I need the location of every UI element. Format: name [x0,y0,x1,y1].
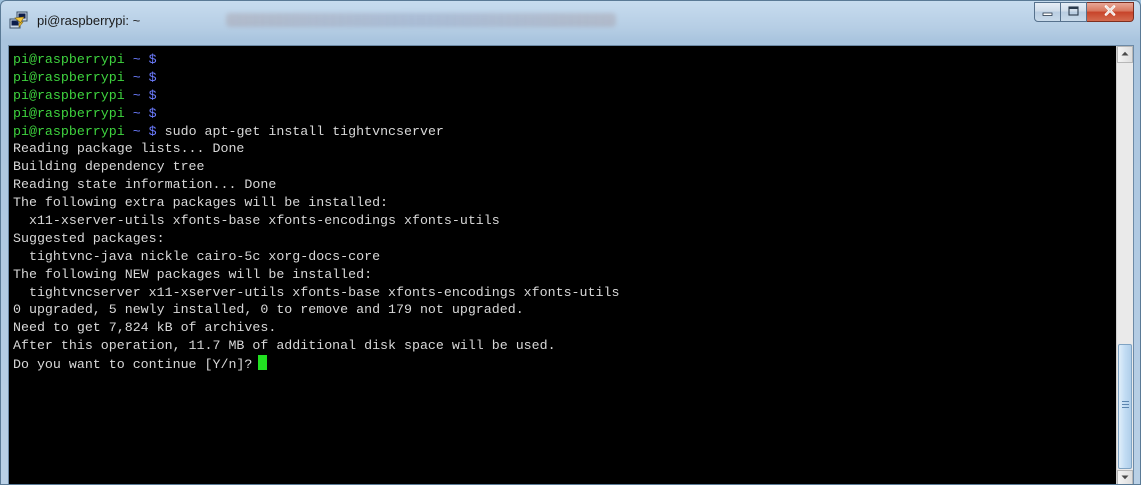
blurred-title-text [226,13,616,27]
terminal-cursor [258,355,268,371]
window-title: pi@raspberrypi: ~ [37,13,141,28]
output-line: 0 upgraded, 5 newly installed, 0 to remo… [13,302,524,318]
final-prompt-line: Do you want to continue [Y/n]? [13,355,1117,373]
maximize-button[interactable] [1061,2,1087,22]
scroll-down-button[interactable] [1117,470,1133,484]
scrollbar-thumb[interactable] [1118,344,1132,469]
output-line: x11-xserver-utils xfonts-base xfonts-enc… [13,213,500,229]
terminal-prompt-line: pi@raspberrypi ~ $ sudo apt-get install … [13,123,1117,141]
output-line: Building dependency tree [13,159,205,175]
continue-prompt: Do you want to continue [Y/n]? [13,357,253,373]
grip-icon [1122,401,1129,410]
prompt-user: pi@raspberrypi [13,87,125,103]
output-line: Need to get 7,824 kB of archives. [13,320,277,336]
vertical-scrollbar[interactable] [1116,46,1133,484]
terminal-prompt-line: pi@raspberrypi ~ $ [13,69,1117,87]
command-text: sudo apt-get install tightvncserver [156,123,444,139]
prompt-symbol: ~ $ [132,123,157,139]
terminal-frame: pi@raspberrypi ~ $ pi@raspberrypi ~ $ pi… [8,45,1134,484]
terminal-output[interactable]: pi@raspberrypi ~ $ pi@raspberrypi ~ $ pi… [9,46,1117,484]
minimize-button[interactable] [1034,2,1061,22]
prompt-user: pi@raspberrypi [13,123,125,139]
output-line: Suggested packages: [13,230,165,246]
minimize-icon [1042,3,1053,21]
prompt-symbol: ~ $ [132,52,157,67]
output-line: tightvncserver x11-xserver-utils xfonts-… [13,284,620,300]
output-line: The following NEW packages will be insta… [13,266,373,282]
prompt-symbol: ~ $ [132,87,157,103]
putty-window: pi@raspberrypi: ~ pi@raspberrypi ~ $ pi@… [0,0,1141,485]
terminal-prompt-line: pi@raspberrypi ~ $ [13,51,1117,69]
output-line: After this operation, 11.7 MB of additio… [13,338,556,354]
prompt-user: pi@raspberrypi [13,52,125,67]
prompt-symbol: ~ $ [132,69,157,85]
maximize-icon [1068,3,1079,21]
prompt-user: pi@raspberrypi [13,105,125,121]
output-line: tightvnc-java nickle cairo-5c xorg-docs-… [13,248,381,264]
scroll-up-button[interactable] [1117,46,1133,63]
prompt-user: pi@raspberrypi [13,69,125,85]
close-icon [1104,3,1116,21]
terminal-prompt-line: pi@raspberrypi ~ $ [13,87,1117,105]
prompt-symbol: ~ $ [132,105,157,121]
output-line: Reading state information... Done [13,177,277,193]
title-bar[interactable]: pi@raspberrypi: ~ [1,1,1140,45]
output-line: The following extra packages will be ins… [13,195,389,211]
window-controls [1034,2,1134,22]
scroll-up-icon [1121,51,1129,58]
scroll-down-icon [1121,475,1129,482]
terminal-prompt-line: pi@raspberrypi ~ $ [13,105,1117,123]
putty-icon[interactable] [9,10,29,30]
output-line: Reading package lists... Done [13,141,245,157]
close-button[interactable] [1087,2,1134,22]
